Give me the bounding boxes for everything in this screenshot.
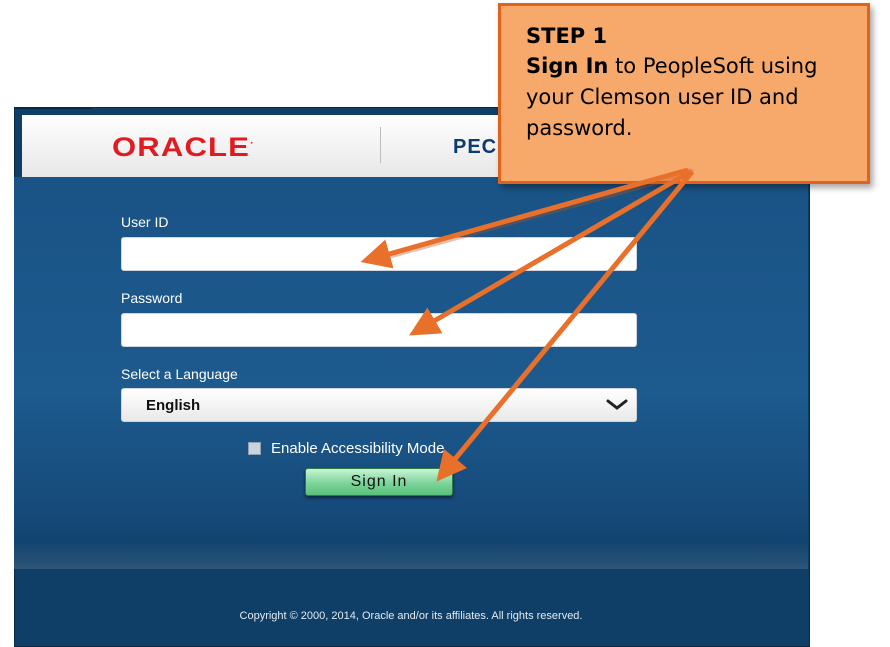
callout-arrows [360,167,694,482]
arrow-to-password [409,169,692,336]
arrow-to-user-id [360,167,694,269]
arrow-to-sign-in [436,170,694,482]
